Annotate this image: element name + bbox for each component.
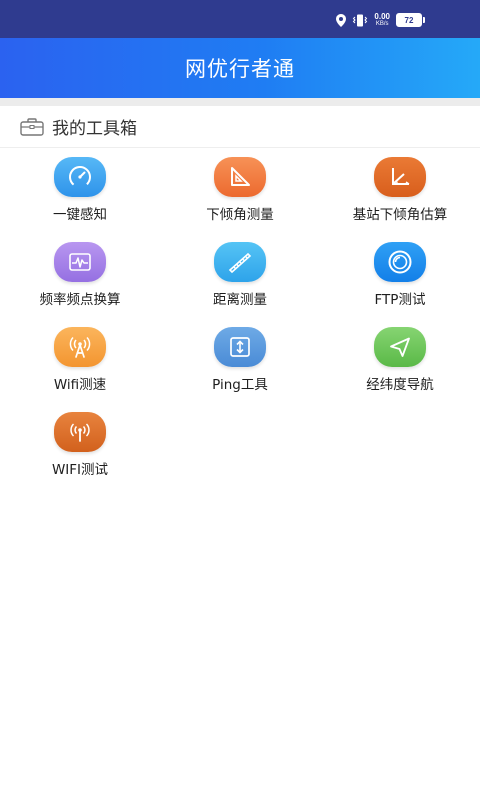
upload-download-icon — [214, 327, 266, 367]
network-speed-unit: KB/s — [375, 21, 389, 27]
tool-label: 下倾角测量 — [206, 207, 274, 223]
tool-downtilt-measure[interactable]: 下倾角测量 — [160, 157, 320, 242]
battery-level: 72 — [404, 15, 414, 25]
tool-distance-measure[interactable]: 距离测量 — [160, 242, 320, 327]
battery-icon: 72 — [396, 13, 425, 27]
header-divider — [0, 98, 480, 106]
tool-one-click-sense[interactable]: 一键感知 — [0, 157, 160, 242]
network-speed-value: 0.00 — [374, 12, 390, 21]
tool-frequency-conversion[interactable]: 频率频点换算 — [0, 242, 160, 327]
app-title: 网优行者通 — [185, 57, 295, 81]
tool-label: 基站下倾角估算 — [352, 207, 448, 223]
tool-label: Ping工具 — [212, 377, 268, 393]
tool-label: 频率频点换算 — [39, 292, 121, 308]
tool-grid: 一键感知 下倾角测量 基站下倾角估算 频率频点换算 距离测量 FTP测试 Wif… — [0, 157, 480, 497]
section-title: 我的工具箱 — [52, 119, 137, 139]
tool-label: Wifi测速 — [53, 377, 107, 393]
ruler-icon — [214, 242, 266, 282]
tool-label: 经纬度导航 — [366, 377, 434, 393]
wifi-tower-icon — [54, 412, 106, 452]
tool-label: FTP测试 — [374, 292, 426, 308]
tool-latlong-navigation[interactable]: 经纬度导航 — [320, 327, 480, 412]
tool-label: 一键感知 — [53, 207, 107, 223]
triangle-ruler-icon — [214, 157, 266, 197]
app-header: 网优行者通 — [0, 38, 480, 98]
network-speed: 0.00 KB/s — [374, 12, 390, 28]
vibrate-icon — [352, 14, 368, 27]
tool-station-downtilt-estimate[interactable]: 基站下倾角估算 — [320, 157, 480, 242]
toolbox-section-header: 我的工具箱 — [0, 106, 480, 148]
angle-icon — [374, 157, 426, 197]
tool-ftp-test[interactable]: FTP测试 — [320, 242, 480, 327]
location-icon — [336, 13, 347, 27]
tool-label: 距离测量 — [213, 292, 267, 308]
disc-icon — [374, 242, 426, 282]
speedometer-icon — [54, 157, 106, 197]
navigation-arrow-icon — [374, 327, 426, 367]
tool-label: WIFI测试 — [51, 462, 109, 478]
toolbox-icon — [20, 117, 44, 136]
waveform-icon — [54, 242, 106, 282]
tool-wifi-speed[interactable]: Wifi测速 — [0, 327, 160, 412]
status-bar: 0.00 KB/s 72 — [0, 0, 480, 38]
tool-wifi-test[interactable]: WIFI测试 — [0, 412, 160, 497]
antenna-icon — [54, 327, 106, 367]
tool-ping[interactable]: Ping工具 — [160, 327, 320, 412]
status-icons: 0.00 KB/s 72 — [336, 10, 425, 30]
